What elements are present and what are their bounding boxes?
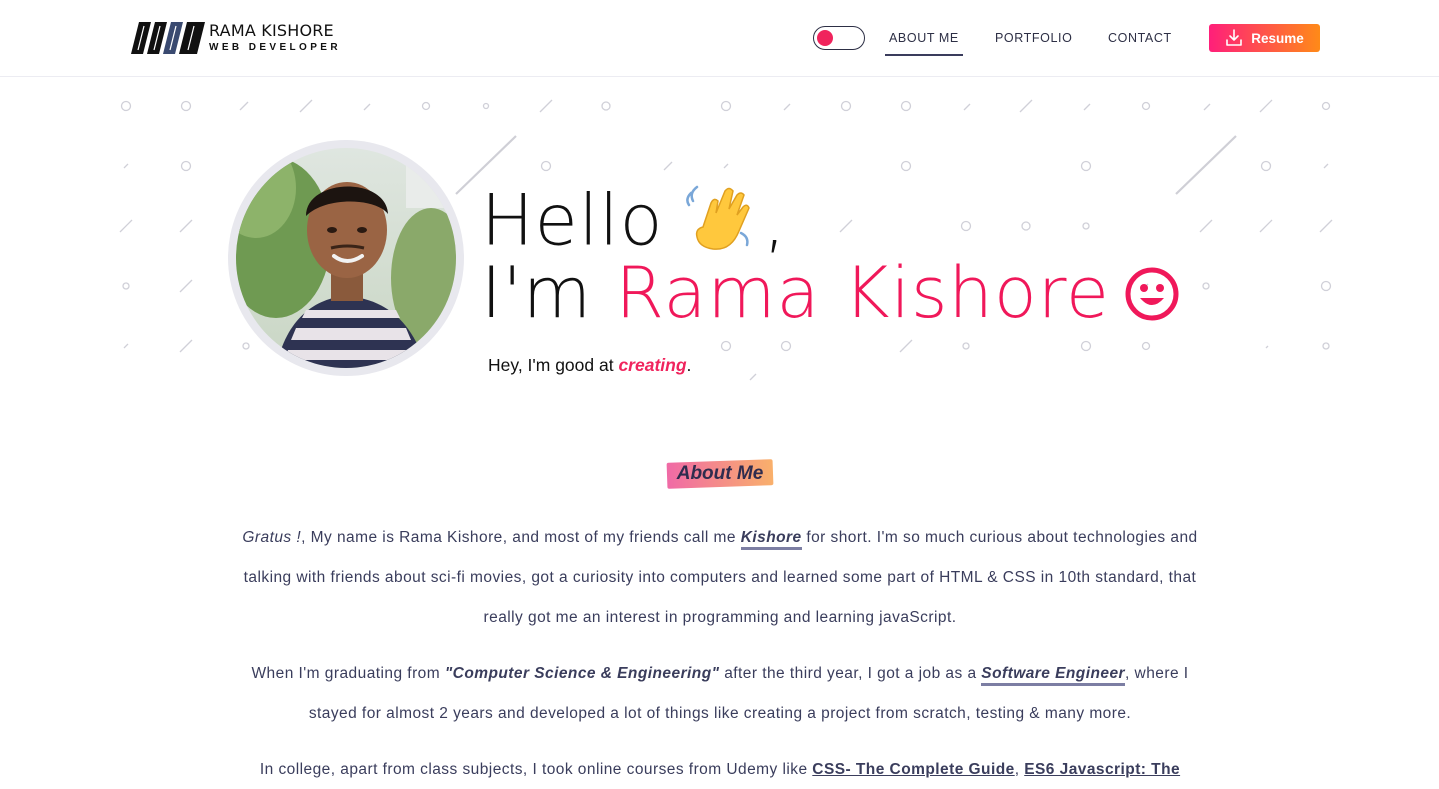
toggle-knob bbox=[817, 30, 833, 46]
course-link-css[interactable]: CSS- The Complete Guide bbox=[812, 761, 1014, 778]
download-icon bbox=[1226, 29, 1243, 46]
site-header: RAMA KISHORE WEB DEVELOPER ABOUT ME PORT… bbox=[0, 0, 1439, 77]
logo-mark-icon bbox=[131, 22, 205, 54]
about-section-title: About Me bbox=[666, 459, 774, 489]
hero-intro: I'm Rama Kishore bbox=[481, 258, 1180, 333]
hero-tagline: Hey, I'm good at creating. bbox=[488, 355, 691, 376]
logo-text: RAMA KISHORE WEB DEVELOPER bbox=[209, 23, 341, 53]
greeting-comma: , bbox=[763, 179, 787, 262]
role-highlight: Software Engineer bbox=[981, 665, 1126, 686]
brand-subtitle: WEB DEVELOPER bbox=[209, 42, 341, 53]
about-paragraph-3: In college, apart from class subjects, I… bbox=[235, 750, 1205, 789]
p2-text-2: after the third year, I got a job as a bbox=[719, 665, 982, 682]
profile-photo bbox=[236, 148, 456, 368]
greeting-text: Hello bbox=[481, 179, 664, 262]
hero-name: Rama Kishore bbox=[615, 252, 1110, 334]
about-paragraph-2: When I'm graduating from "Computer Scien… bbox=[235, 654, 1205, 734]
resume-label: Resume bbox=[1251, 30, 1304, 46]
p2-text-1: When I'm graduating from bbox=[251, 665, 445, 682]
intro-prefix: I'm bbox=[481, 252, 593, 334]
nav-about-me[interactable]: ABOUT ME bbox=[885, 31, 963, 56]
p1-text-1: , My name is Rama Kishore, and most of m… bbox=[301, 529, 741, 546]
course-link-es6[interactable]: ES6 Javascript: The bbox=[1024, 761, 1180, 778]
nav-contact[interactable]: CONTACT bbox=[1108, 31, 1172, 45]
p3-separator: , bbox=[1014, 761, 1025, 778]
about-paragraph-1: Gratus !, My name is Rama Kishore, and m… bbox=[235, 518, 1205, 638]
logo[interactable]: RAMA KISHORE WEB DEVELOPER bbox=[131, 22, 341, 54]
profile-photo-frame bbox=[228, 140, 464, 376]
theme-toggle[interactable] bbox=[813, 26, 865, 50]
smiley-icon bbox=[1124, 263, 1180, 333]
tagline-word: creating bbox=[618, 355, 687, 375]
about-title-text: About Me bbox=[676, 463, 764, 484]
tagline-suffix: . bbox=[686, 355, 692, 375]
nav-portfolio[interactable]: PORTFOLIO bbox=[995, 31, 1072, 45]
p3-text-1: In college, apart from class subjects, I… bbox=[259, 761, 813, 778]
brand-name: RAMA KISHORE bbox=[209, 21, 334, 40]
nickname-highlight: Kishore bbox=[740, 529, 802, 550]
resume-button[interactable]: Resume bbox=[1209, 24, 1320, 52]
degree-name: "Computer Science & Engineering" bbox=[444, 665, 720, 682]
tagline-prefix: Hey, I'm good at bbox=[488, 355, 614, 375]
greeting-word: Gratus ! bbox=[242, 529, 302, 546]
